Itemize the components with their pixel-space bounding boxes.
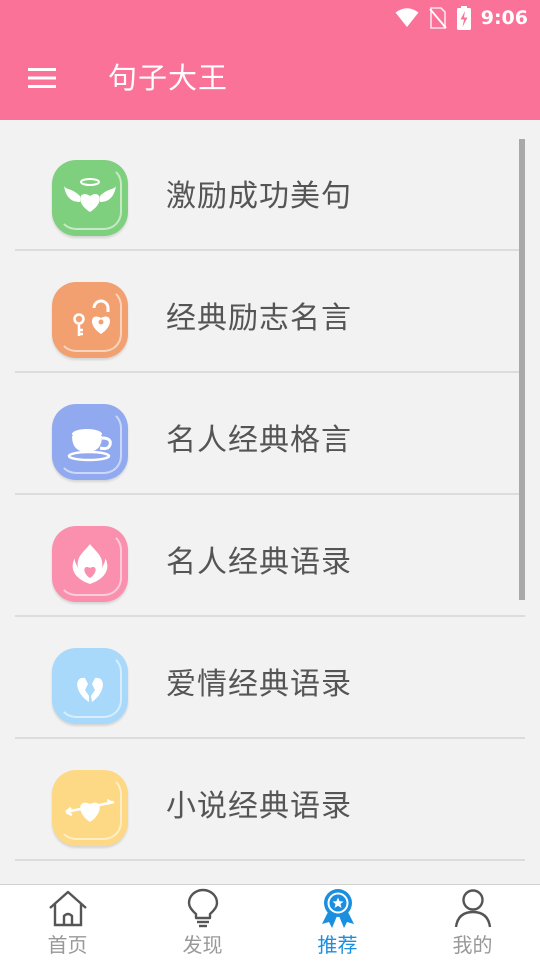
status-icons: 9:06 — [395, 0, 528, 36]
winged-heart-icon — [52, 160, 128, 236]
list-item-label: 爱情经典语录 — [166, 667, 352, 702]
list-item-success-quotes[interactable]: 激励成功美句 — [15, 128, 525, 251]
nav-label: 我的 — [452, 933, 493, 957]
lightbulb-icon — [187, 888, 219, 928]
wifi-icon — [395, 8, 419, 27]
nav-label: 首页 — [47, 933, 88, 957]
list-item-love-quotes[interactable]: 爱情经典语录 — [15, 616, 525, 739]
list-item-label: 经典励志名言 — [166, 301, 352, 336]
list-item-label: 激励成功美句 — [166, 179, 352, 214]
nav-label: 发现 — [182, 933, 223, 957]
hamburger-menu-icon — [28, 68, 56, 88]
app-bar: 句子大王 — [0, 36, 540, 120]
app-title: 句子大王 — [108, 61, 229, 95]
list-item-partial[interactable] — [15, 860, 525, 884]
battery-charging-icon — [456, 6, 471, 30]
list-item-famous-sayings[interactable]: 名人经典语录 — [15, 494, 525, 617]
list-item-label: 名人经典格言 — [166, 423, 352, 458]
status-time: 9:06 — [480, 7, 528, 29]
teacup-icon — [52, 404, 128, 480]
broken-heart-icon — [52, 648, 128, 724]
home-icon — [49, 890, 87, 927]
no-sim-icon — [429, 7, 447, 29]
bottom-navigation: 首页 发现 推荐 我的 — [0, 884, 540, 961]
list-item-famous-maxims[interactable]: 名人经典格言 — [15, 372, 525, 495]
heart-lock-key-icon — [52, 282, 128, 358]
nav-item-profile[interactable]: 我的 — [405, 885, 540, 961]
nav-label: 推荐 — [317, 933, 358, 957]
list-scrollbar[interactable] — [519, 139, 525, 600]
award-ribbon-icon — [322, 889, 354, 928]
arrow-heart-icon — [52, 770, 128, 846]
list-item-novel-quotes[interactable]: 小说经典语录 — [15, 738, 525, 861]
list-item-inspirational-quotes[interactable]: 经典励志名言 — [15, 250, 525, 373]
status-bar: 9:06 — [0, 0, 540, 36]
menu-button[interactable] — [18, 54, 66, 102]
nav-item-recommend[interactable]: 推荐 — [270, 885, 405, 961]
flaming-heart-icon — [52, 526, 128, 602]
nav-item-home[interactable]: 首页 — [0, 885, 135, 961]
nav-item-discover[interactable]: 发现 — [135, 885, 270, 961]
person-icon — [454, 889, 492, 928]
list-item-label: 小说经典语录 — [166, 789, 352, 824]
category-list[interactable]: 激励成功美句 经典励志名言 名人经典格言 名人经典语录 爱情经典语录 小说经典语… — [0, 120, 540, 884]
list-item-label: 名人经典语录 — [166, 545, 352, 580]
